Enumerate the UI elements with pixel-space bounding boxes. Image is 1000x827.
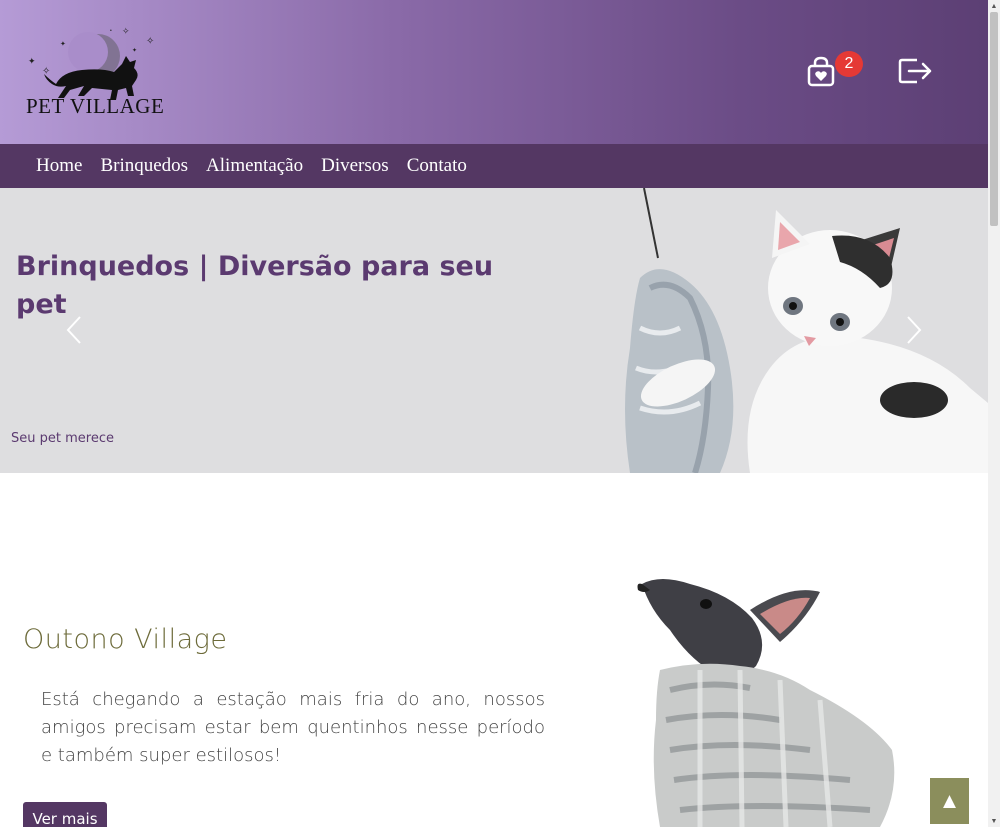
kitten-image [625,188,988,473]
logo[interactable]: ✦ ✧ ✦ ✧ ✧ ✦ • PET VILLAGE [22,24,165,120]
scrollbar-thumb[interactable] [990,12,998,226]
promo-text: Está chegando a estação mais fria do ano… [41,689,545,766]
carousel-title: Brinquedos | Diversão para seu pet [16,251,494,320]
carousel-prev-button[interactable] [62,313,86,347]
back-to-top-button[interactable]: ▲ [930,778,969,824]
svg-text:✦: ✦ [60,40,66,48]
logout-button[interactable] [897,56,935,86]
main-nav: Home Brinquedos Alimentação Diversos Con… [0,144,988,188]
svg-text:✦: ✦ [28,56,36,66]
svg-text:✧: ✧ [42,66,50,77]
svg-text:•: • [110,28,112,34]
cart-icon [807,56,835,87]
scroll-up-arrow[interactable]: ▲ [988,0,1000,12]
nav-item-brinquedos[interactable]: Brinquedos [100,155,188,177]
page: ✦ ✧ ✦ ✧ ✧ ✦ • PET VILLAGE 2 Home Brinque… [0,0,1000,827]
chevron-left-icon [66,316,81,344]
header: ✦ ✧ ✦ ✧ ✧ ✦ • PET VILLAGE 2 [0,0,988,144]
cart-count-badge: 2 [835,51,863,77]
svg-text:✧: ✧ [122,26,130,36]
svg-text:✦: ✦ [132,47,137,54]
scroll-down-arrow[interactable]: ▼ [988,815,1000,827]
ver-mais-button[interactable]: Ver mais [23,802,107,827]
cart-button[interactable] [806,56,836,88]
carousel-next-button[interactable] [902,313,926,347]
nav-item-alimentacao[interactable]: Alimentação [206,155,303,177]
logo-text: PET VILLAGE [26,94,165,118]
nav-item-contato[interactable]: Contato [407,155,467,177]
dog-sweater-image [637,579,895,827]
svg-text:✧: ✧ [146,36,154,47]
promo-title: Outono Village [23,624,228,655]
logout-icon [898,58,932,84]
hero-carousel: Brinquedos | Diversão para seu pet Seu p… [0,188,988,473]
carousel-subtitle: Seu pet merece [11,431,114,446]
nav-item-diversos[interactable]: Diversos [321,155,389,177]
nav-item-home[interactable]: Home [36,155,82,177]
chevron-right-icon [907,316,922,344]
arrow-up-icon: ▲ [938,788,961,813]
